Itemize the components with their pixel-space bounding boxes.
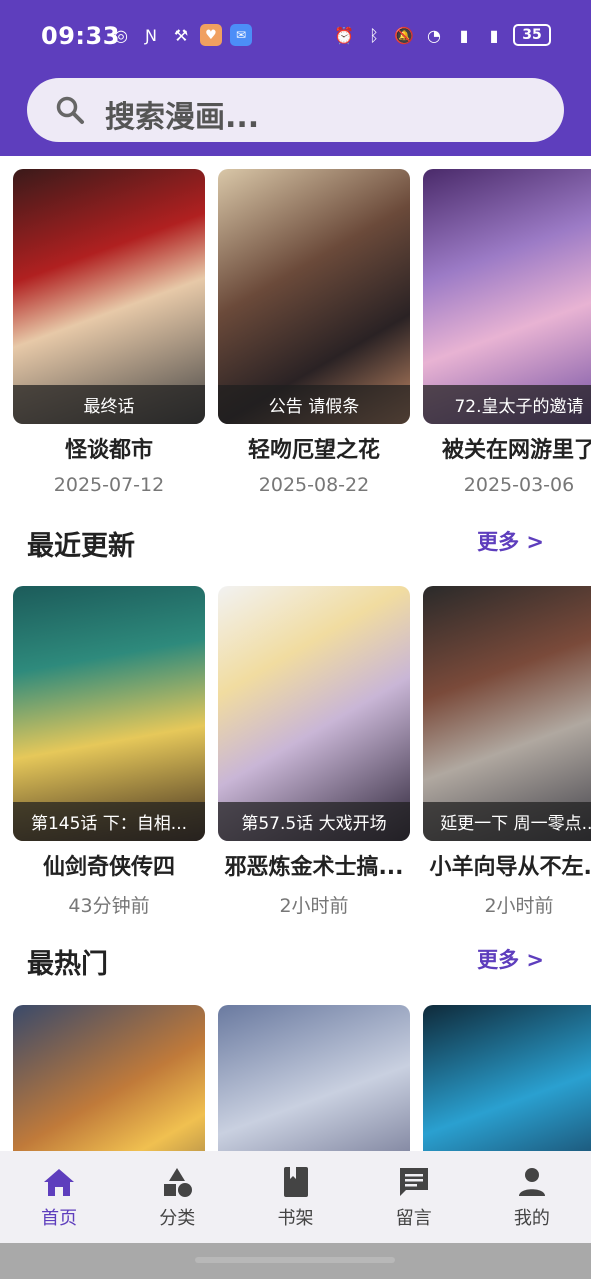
nav-category[interactable]: 分类 [118, 1151, 236, 1243]
search-input[interactable]: 搜索漫画... [105, 92, 259, 136]
mail-app-icon: ✉ [230, 24, 252, 46]
nav-label: 我的 [513, 1208, 550, 1229]
cover-caption: 最终话 [13, 385, 205, 424]
comic-cover[interactable]: 第57.5话 大戏开场 [218, 586, 410, 841]
section-title: 最近更新 [27, 531, 135, 562]
signal-5g-icon: ▮ [489, 25, 499, 45]
alarm-icon: ⏰ [334, 25, 354, 45]
comic-updated: 2小时前 [484, 895, 554, 917]
recent-more-link[interactable]: 更多 > [477, 526, 544, 556]
gesture-handle[interactable] [195, 1257, 395, 1263]
nav-messages[interactable]: 留言 [355, 1151, 473, 1243]
comic-title[interactable]: 轻吻厄望之花 [218, 432, 410, 464]
cover-caption: 第57.5话 大戏开场 [218, 802, 410, 841]
nav-label: 首页 [41, 1208, 78, 1229]
nav-label: 留言 [395, 1208, 432, 1229]
comic-cover[interactable] [423, 1005, 591, 1151]
cover-caption: 第145话 下：自相... [13, 802, 205, 841]
comic-card[interactable] [423, 1005, 591, 1151]
signal-5g-icon: ▮ [459, 25, 469, 45]
status-bar: 09:33 ◎ Ɲ ⚒ ♥ ✉ ⏰ ᛒ 🔕 ◔ ▮ ▮ 35 [0, 0, 591, 76]
nav-bookshelf[interactable]: 书架 [236, 1151, 354, 1243]
comic-card[interactable]: 延更一下 周一零点... 小羊向导从不左... 2小时前 [423, 586, 591, 918]
comic-cover[interactable]: 公告 请假条 [218, 169, 410, 424]
bookshelf-icon [283, 1167, 308, 1197]
comic-card[interactable]: 第145话 下：自相... 仙剑奇侠传四 43分钟前 [13, 586, 205, 918]
battery-indicator: 35 [513, 24, 551, 46]
top-app-bar: 09:33 ◎ Ɲ ⚒ ♥ ✉ ⏰ ᛒ 🔕 ◔ ▮ ▮ 35 搜索漫画... [0, 0, 591, 156]
health-app-icon: ♥ [200, 24, 222, 46]
comic-title[interactable]: 仙剑奇侠传四 [13, 849, 205, 881]
bottom-navigation: 首页 分类 书架 留言 我的 [0, 1151, 591, 1243]
hot-row[interactable] [13, 1005, 591, 1151]
cover-caption: 延更一下 周一零点... [423, 802, 591, 841]
data-saver-icon: ◎ [114, 25, 128, 45]
comic-cover[interactable] [13, 1005, 205, 1151]
nav-profile[interactable]: 我的 [473, 1151, 591, 1243]
hot-more-link[interactable]: 更多 > [477, 944, 544, 974]
nav-label: 分类 [159, 1208, 196, 1229]
wifi-icon: ◔ [427, 25, 441, 45]
comic-title[interactable]: 怪谈都市 [13, 432, 205, 464]
search-bar[interactable]: 搜索漫画... [27, 78, 564, 142]
category-icon [164, 1168, 193, 1197]
comic-card[interactable]: 第57.5话 大戏开场 邪恶炼金术士搞... 2小时前 [218, 586, 410, 918]
recent-section-header: 最近更新 更多 > [27, 524, 547, 564]
comic-cover[interactable]: 第145话 下：自相... [13, 586, 205, 841]
comic-title[interactable]: 邪恶炼金术士搞... [218, 849, 410, 881]
nav-label: 书架 [277, 1208, 314, 1229]
comic-date: 2025-07-12 [53, 474, 165, 496]
hot-section-header: 最热门 更多 > [27, 942, 547, 982]
comic-date: 2025-03-06 [463, 474, 575, 496]
comic-card[interactable]: 最终话 怪谈都市 2025-07-12 [13, 169, 205, 496]
comic-date: 2025-08-22 [258, 474, 370, 496]
cover-caption: 公告 请假条 [218, 385, 410, 424]
comic-title[interactable]: 被关在网游里了 [423, 432, 591, 464]
home-content[interactable]: 最终话 怪谈都市 2025-07-12 公告 请假条 轻吻厄望之花 2025-0… [0, 156, 591, 1151]
comic-cover[interactable] [218, 1005, 410, 1151]
comic-cover[interactable]: 72.皇太子的邀请 [423, 169, 591, 424]
comic-card[interactable]: 72.皇太子的邀请 被关在网游里了 2025-03-06 [423, 169, 591, 496]
cover-caption: 72.皇太子的邀请 [423, 385, 591, 424]
comic-updated: 2小时前 [279, 895, 349, 917]
nav-home[interactable]: 首页 [0, 1151, 118, 1243]
bluetooth-icon: ᛒ [369, 25, 379, 45]
comic-cover[interactable]: 最终话 [13, 169, 205, 424]
app-icon: ⚒ [173, 25, 189, 45]
home-icon [44, 1169, 75, 1196]
nfc-icon: Ɲ [145, 25, 157, 45]
comic-cover[interactable]: 延更一下 周一零点... [423, 586, 591, 841]
comic-card[interactable] [218, 1005, 410, 1151]
comic-updated: 43分钟前 [68, 895, 150, 917]
profile-icon [518, 1168, 545, 1196]
comic-card[interactable] [13, 1005, 205, 1151]
message-icon [399, 1168, 428, 1196]
status-time: 09:33 [41, 22, 120, 50]
recent-row[interactable]: 第145话 下：自相... 仙剑奇侠传四 43分钟前 第57.5话 大戏开场 邪… [13, 586, 591, 918]
featured-row[interactable]: 最终话 怪谈都市 2025-07-12 公告 请假条 轻吻厄望之花 2025-0… [13, 169, 591, 496]
search-icon [56, 96, 84, 124]
section-title: 最热门 [27, 949, 108, 980]
mute-icon: 🔕 [394, 25, 414, 45]
comic-title[interactable]: 小羊向导从不左... [423, 849, 591, 881]
gesture-bar [0, 1243, 591, 1279]
comic-card[interactable]: 公告 请假条 轻吻厄望之花 2025-08-22 [218, 169, 410, 496]
